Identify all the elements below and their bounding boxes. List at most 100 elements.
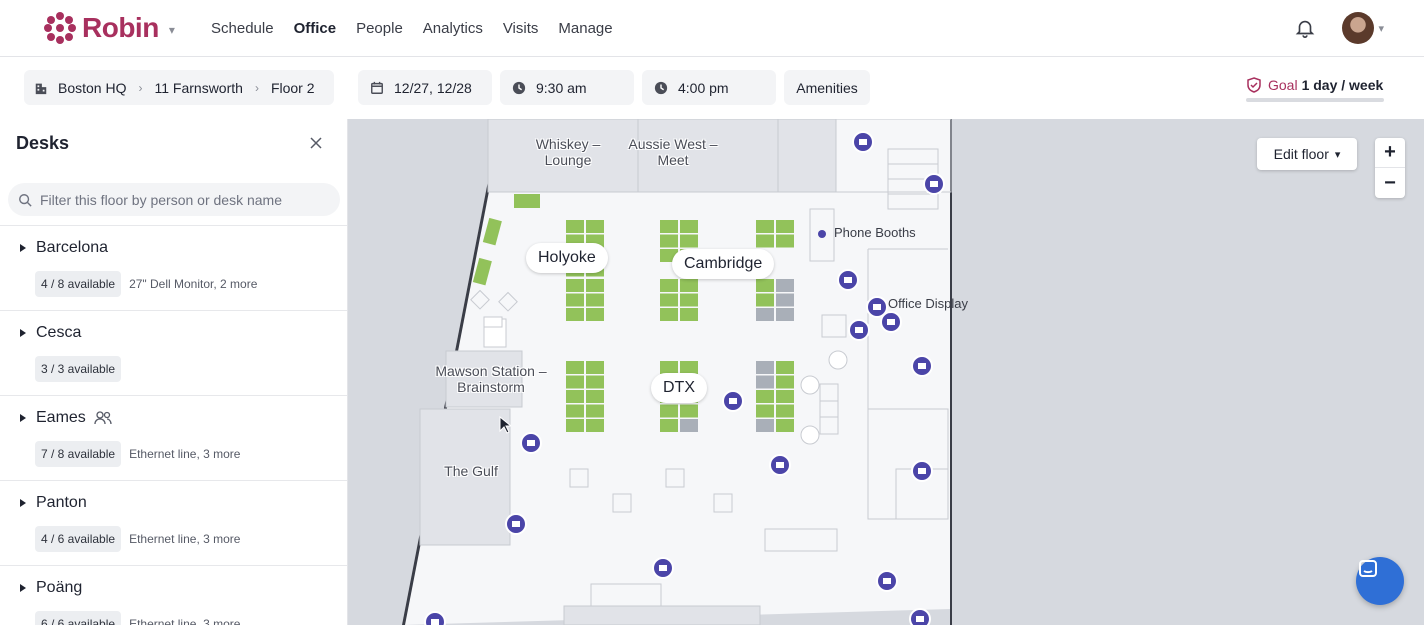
nav-office[interactable]: Office	[294, 20, 337, 37]
desk-group-name: Poäng	[36, 579, 83, 596]
desk[interactable]	[680, 293, 698, 307]
room-label-whiskey-lounge[interactable]: Whiskey – Lounge	[526, 136, 610, 168]
desk[interactable]	[586, 308, 604, 321]
breadcrumb-floor[interactable]: Floor 2	[271, 80, 315, 96]
desk[interactable]	[660, 234, 678, 248]
desk[interactable]	[756, 390, 774, 403]
desk[interactable]	[756, 404, 774, 418]
desk[interactable]	[586, 293, 604, 307]
zone-dtx[interactable]: DTX	[651, 373, 707, 403]
desk[interactable]	[776, 390, 794, 403]
desk[interactable]	[680, 234, 698, 248]
desk[interactable]	[566, 375, 584, 389]
desk[interactable]	[756, 419, 774, 432]
desk-group-info: 6 / 6 available Ethernet line, 3 more	[35, 611, 240, 625]
desk[interactable]	[586, 361, 604, 374]
bell-icon[interactable]	[1294, 17, 1316, 39]
nav-right: ▾	[1294, 12, 1384, 44]
desk[interactable]	[756, 220, 774, 233]
desk[interactable]	[776, 419, 794, 432]
desk[interactable]	[756, 234, 774, 248]
desk-group-toggle[interactable]: Barcelona	[20, 239, 108, 257]
zone-cambridge[interactable]: Cambridge	[672, 249, 775, 279]
desk[interactable]	[566, 404, 584, 418]
desk[interactable]	[586, 279, 604, 292]
desk[interactable]	[756, 375, 774, 389]
main-nav: Schedule Office People Analytics Visits …	[211, 20, 633, 37]
brand-switcher[interactable]: Robin ▾	[44, 12, 194, 44]
desk[interactable]	[756, 279, 774, 292]
breadcrumb-building[interactable]: Boston HQ	[58, 80, 126, 96]
poi-label-office-display[interactable]: Office Display	[888, 296, 968, 311]
desk[interactable]	[756, 293, 774, 307]
room-label-aussie-west[interactable]: Aussie West – Meet	[626, 136, 720, 168]
desk-group-toggle[interactable]: Eames	[20, 409, 112, 427]
desk[interactable]	[776, 293, 794, 307]
desk[interactable]	[566, 361, 584, 374]
desk[interactable]	[680, 419, 698, 432]
desk[interactable]	[776, 279, 794, 292]
poi-label-phone-booths[interactable]: Phone Booths	[834, 225, 916, 240]
desk[interactable]	[680, 404, 698, 418]
end-time-picker[interactable]: 4:00 pm	[642, 70, 776, 105]
room-label-the-gulf[interactable]: The Gulf	[444, 463, 498, 479]
desk[interactable]	[566, 419, 584, 432]
desk[interactable]	[680, 308, 698, 321]
nav-people[interactable]: People	[356, 20, 403, 37]
availability-badge: 3 / 3 available	[35, 356, 122, 382]
desk[interactable]	[776, 375, 794, 389]
desk[interactable]	[660, 404, 678, 418]
desk[interactable]	[680, 220, 698, 233]
desk-group-toggle[interactable]: Poäng	[20, 579, 82, 597]
desk-filter-input[interactable]	[40, 191, 330, 208]
breadcrumb-address[interactable]: 11 Farnsworth	[154, 80, 242, 96]
zoom-out-button[interactable]: −	[1375, 168, 1405, 198]
desk[interactable]	[660, 308, 678, 321]
desk[interactable]	[566, 279, 584, 292]
floor-map[interactable]: Whiskey – Lounge Aussie West – Meet Maws…	[348, 119, 1424, 625]
zone-holyoke[interactable]: Holyoke	[526, 243, 608, 273]
desk[interactable]	[566, 293, 584, 307]
desk[interactable]	[776, 220, 794, 233]
desk[interactable]	[776, 308, 794, 321]
desk[interactable]	[660, 293, 678, 307]
desk[interactable]	[776, 234, 794, 248]
chevron-down-icon[interactable]: ▾	[1378, 22, 1384, 35]
amenities-text: Ethernet line, 3 more	[129, 532, 241, 546]
desk[interactable]	[586, 404, 604, 418]
desk[interactable]	[660, 419, 678, 432]
desk[interactable]	[776, 361, 794, 374]
date-picker[interactable]: 12/27, 12/28	[358, 70, 492, 105]
desk[interactable]	[680, 279, 698, 292]
desk[interactable]	[566, 308, 584, 321]
desk[interactable]	[586, 220, 604, 233]
nav-analytics[interactable]: Analytics	[423, 20, 483, 37]
nav-schedule[interactable]: Schedule	[211, 20, 274, 37]
desk[interactable]	[586, 375, 604, 389]
start-time-picker[interactable]: 9:30 am	[500, 70, 634, 105]
desk-group-toggle[interactable]: Panton	[20, 494, 87, 512]
desk-group-toggle[interactable]: Cesca	[20, 324, 81, 342]
avatar[interactable]	[1342, 12, 1375, 44]
desk[interactable]	[566, 220, 584, 233]
desk[interactable]	[586, 390, 604, 403]
desk[interactable]	[660, 220, 678, 233]
filter-bar: Boston HQ › 11 Farnsworth › Floor 2 12/2…	[0, 57, 1424, 119]
desk[interactable]	[566, 390, 584, 403]
desk-group-list: Barcelona 4 / 8 available 27" Dell Monit…	[0, 225, 347, 625]
chat-support-button[interactable]	[1356, 557, 1404, 605]
desk[interactable]	[776, 404, 794, 418]
zoom-in-button[interactable]: +	[1375, 138, 1405, 168]
desk[interactable]	[756, 361, 774, 374]
desk[interactable]	[586, 419, 604, 432]
desk[interactable]	[660, 279, 678, 292]
room-label-mawson-station[interactable]: Mawson Station – Brainstorm	[426, 363, 556, 395]
desk[interactable]	[756, 308, 774, 321]
close-icon[interactable]	[308, 135, 324, 151]
desk-group-poang: Poäng 6 / 6 available Ethernet line, 3 m…	[0, 565, 347, 625]
goal-indicator[interactable]: Goal 1 day / week	[1246, 77, 1383, 93]
amenities-button[interactable]: Amenities	[784, 70, 870, 105]
edit-floor-button[interactable]: Edit floor ▾	[1257, 138, 1357, 170]
nav-manage[interactable]: Manage	[558, 20, 612, 37]
nav-visits[interactable]: Visits	[503, 20, 539, 37]
